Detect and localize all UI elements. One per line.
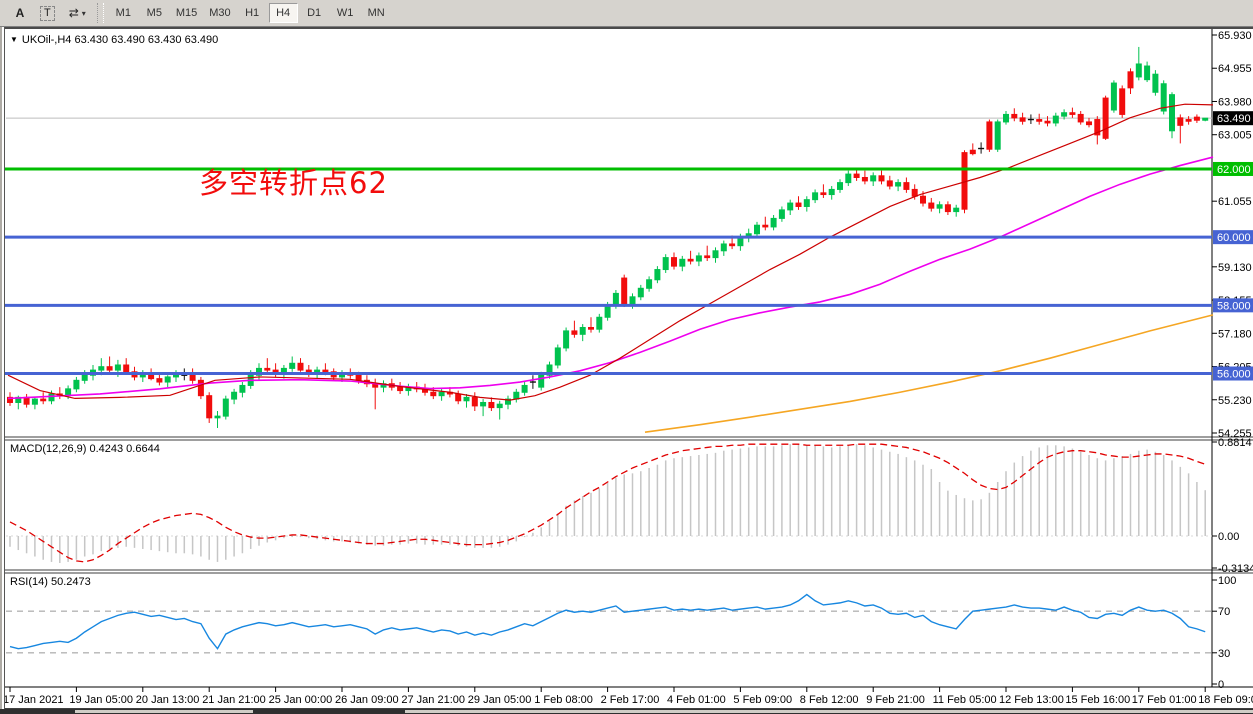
svg-text:63.005: 63.005 [1218,130,1252,142]
collapse-triangle-icon[interactable]: ▼ [10,35,18,44]
chart-area[interactable]: 65.93064.95563.98063.00561.05559.13058.1… [0,27,1253,714]
svg-text:17 Jan 2021: 17 Jan 2021 [3,694,64,706]
svg-text:27 Jan 21:00: 27 Jan 21:00 [401,694,465,706]
svg-text:55.230: 55.230 [1218,395,1252,407]
chart-text-annotation[interactable]: 多空转折点62 [199,160,388,202]
taskbar-segment [405,710,1253,713]
svg-text:9 Feb 21:00: 9 Feb 21:00 [866,694,925,706]
svg-text:5 Feb 09:00: 5 Feb 09:00 [733,694,792,706]
svg-text:61.055: 61.055 [1218,196,1252,208]
svg-text:4 Feb 01:00: 4 Feb 01:00 [667,694,726,706]
svg-text:0: 0 [1218,679,1224,691]
svg-text:20 Jan 13:00: 20 Jan 13:00 [136,694,200,706]
text-tool-button[interactable]: T [34,3,61,24]
svg-text:58.000: 58.000 [1217,300,1251,312]
svg-text:17 Feb 01:00: 17 Feb 01:00 [1132,694,1197,706]
timeframe-button-d1[interactable]: D1 [300,3,329,23]
chart-header: ▼ UKOil-,H4 63.430 63.490 63.430 63.490 [10,34,218,46]
window-left-border [0,27,5,710]
svg-text:63.490: 63.490 [1217,113,1251,125]
level-price-badge: 58.000 [1213,298,1253,312]
svg-text:70: 70 [1218,606,1230,618]
svg-text:12 Feb 13:00: 12 Feb 13:00 [999,694,1064,706]
chart-title-text: UKOil-,H4 63.430 63.490 63.430 63.490 [22,34,218,46]
svg-text:15 Feb 16:00: 15 Feb 16:00 [1065,694,1130,706]
timeframe-button-h1[interactable]: H1 [238,3,267,23]
toolbar: A T ⇄ ▾ M1M5M15M30H1H4D1W1MN [0,0,1253,27]
rsi-indicator-label: RSI(14) 50.2473 [10,576,91,588]
svg-text:8 Feb 12:00: 8 Feb 12:00 [800,694,859,706]
svg-text:25 Jan 00:00: 25 Jan 00:00 [269,694,333,706]
svg-text:64.955: 64.955 [1218,63,1252,75]
svg-text:18 Feb 09:00: 18 Feb 09:00 [1198,694,1253,706]
svg-text:100: 100 [1218,575,1236,587]
svg-text:21 Jan 21:00: 21 Jan 21:00 [202,694,266,706]
window-bottom-edge [0,709,1253,714]
taskbar-segment [75,710,253,713]
timeframe-button-mn[interactable]: MN [362,3,391,23]
price-chart-canvas[interactable]: 65.93064.95563.98063.00561.05559.13058.1… [0,27,1253,714]
svg-text:1 Feb 08:00: 1 Feb 08:00 [534,694,593,706]
svg-text:30: 30 [1218,648,1230,660]
arrows-tool-button[interactable]: ⇄ ▾ [63,3,92,24]
svg-text:63.980: 63.980 [1218,96,1252,108]
timeframe-button-h4[interactable]: H4 [269,3,298,23]
timeframe-button-m1[interactable]: M1 [109,3,138,23]
svg-text:0.00: 0.00 [1218,531,1239,543]
timeframe-button-w1[interactable]: W1 [331,3,360,23]
level-price-badge: 60.000 [1213,230,1253,244]
text-tool-icon: T [40,6,55,21]
svg-text:60.000: 60.000 [1217,232,1251,244]
chevron-down-icon: ▾ [82,9,86,18]
svg-text:57.180: 57.180 [1218,328,1252,340]
svg-text:29 Jan 05:00: 29 Jan 05:00 [468,694,532,706]
svg-text:0.8814: 0.8814 [1218,437,1252,449]
svg-text:-0.3134: -0.3134 [1218,563,1253,575]
svg-text:62.000: 62.000 [1217,164,1251,176]
arrows-icon: ⇄ [69,6,79,20]
macd-indicator-label: MACD(12,26,9) 0.4243 0.6644 [10,443,160,455]
timeframe-button-m15[interactable]: M15 [171,3,202,23]
svg-text:65.930: 65.930 [1218,30,1252,42]
annotation-a-button[interactable]: A [8,3,32,24]
timeframe-button-group: M1M5M15M30H1H4D1W1MN [108,3,392,23]
svg-text:26 Jan 09:00: 26 Jan 09:00 [335,694,399,706]
current-price-badge: 63.490 [1213,111,1253,125]
svg-text:11 Feb 05:00: 11 Feb 05:00 [933,694,997,706]
toolbar-separator [97,3,104,23]
timeframe-button-m5[interactable]: M5 [140,3,169,23]
svg-text:56.000: 56.000 [1217,369,1251,381]
svg-text:19 Jan 05:00: 19 Jan 05:00 [69,694,133,706]
level-price-badge: 62.000 [1213,162,1253,176]
svg-text:59.130: 59.130 [1218,262,1252,274]
level-price-badge: 56.000 [1213,367,1253,381]
svg-text:2 Feb 17:00: 2 Feb 17:00 [601,694,660,706]
timeframe-button-m30[interactable]: M30 [204,3,235,23]
